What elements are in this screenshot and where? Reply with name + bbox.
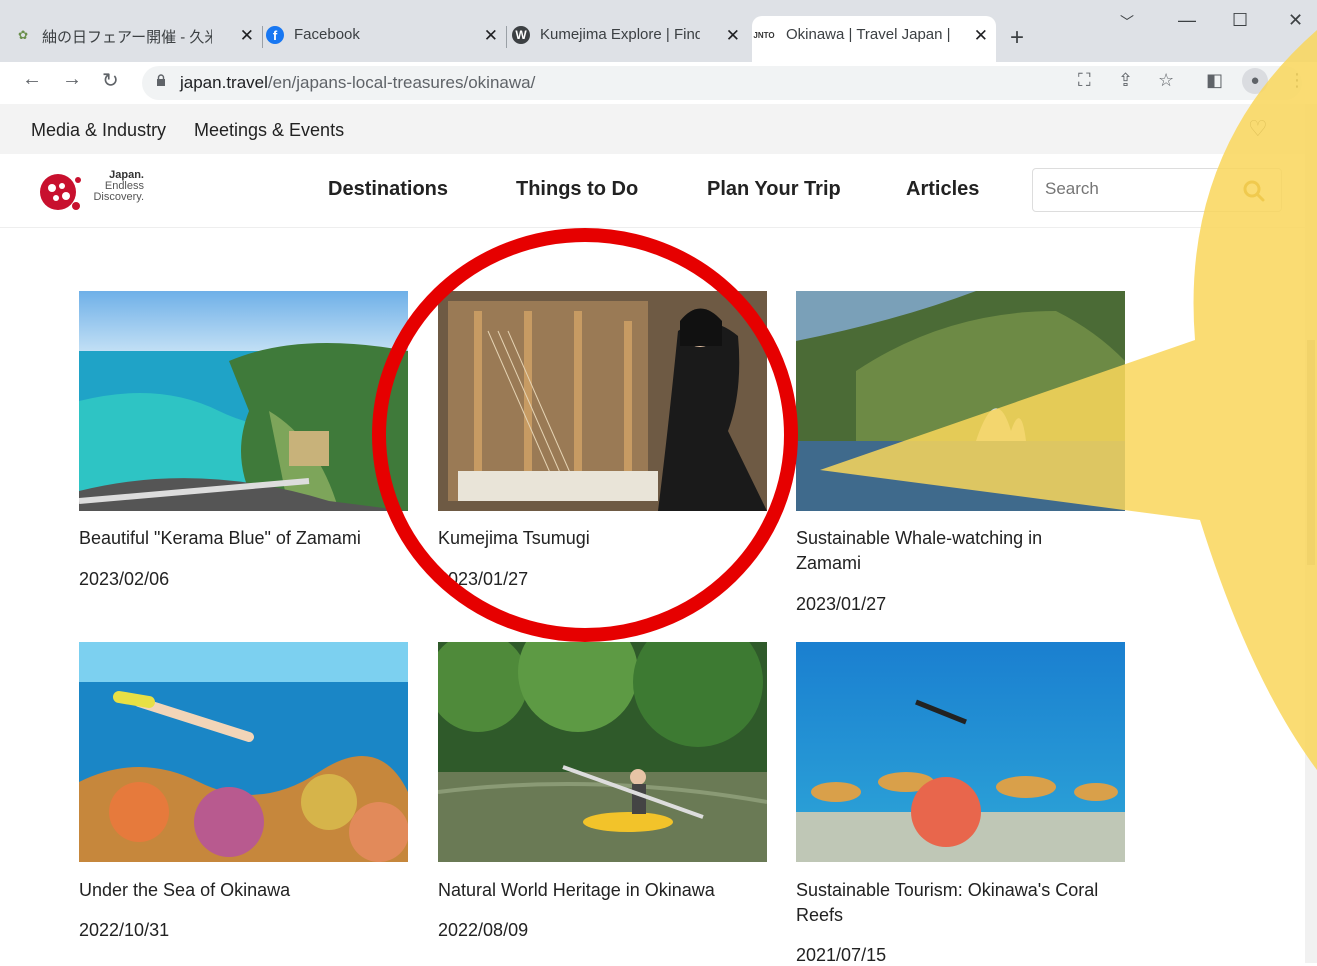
forward-arrow-icon[interactable]: → <box>62 68 82 91</box>
browser-toolbar: ← → ↻ japan.travel/en/japans-local-treas… <box>0 62 1317 104</box>
card-image-natural-heritage[interactable] <box>438 642 767 862</box>
meetings-events-link[interactable]: Meetings & Events <box>194 120 344 141</box>
media-industry-link[interactable]: Media & Industry <box>31 120 166 141</box>
japan-logo[interactable]: Japan. Endless Discovery. <box>36 168 156 216</box>
share-icon[interactable]: ⇪ <box>1118 70 1133 91</box>
card-date: 2023/01/27 <box>438 569 529 589</box>
nav-things-to-do[interactable]: Things to Do <box>516 178 638 201</box>
tab-search-chevron-icon[interactable]: ﹀ <box>1120 12 1134 32</box>
tab-title: Okinawa | Travel Japan | J <box>786 26 954 43</box>
card-title[interactable]: Beautiful "Kerama Blue" of Zamami <box>79 526 399 551</box>
close-tab-icon[interactable]: ✕ <box>240 26 254 46</box>
address-bar[interactable]: japan.travel/en/japans-local-treasures/o… <box>142 66 1306 100</box>
minimize-icon[interactable]: — <box>1178 10 1196 31</box>
browser-tab-strip: ✿ 紬の日フェアー開催 - 久米島 ✕ f Facebook ✕ W Kumej… <box>0 0 1317 62</box>
tab-title: Facebook <box>294 26 360 43</box>
card-image-coral-reefs[interactable] <box>796 642 1125 862</box>
site-search-box <box>1032 168 1282 212</box>
new-tab-icon[interactable]: + <box>1010 24 1024 52</box>
nav-articles[interactable]: Articles <box>906 178 979 201</box>
site-main-nav: Japan. Endless Discovery. Destinations T… <box>0 154 1317 228</box>
card-image-under-the-sea[interactable] <box>79 642 408 862</box>
back-arrow-icon[interactable]: ← <box>22 68 42 91</box>
translate-icon[interactable]: ⛶ <box>1078 70 1091 91</box>
close-tab-icon[interactable]: ✕ <box>484 26 498 46</box>
browser-tab-2[interactable]: f Facebook ✕ <box>266 16 506 62</box>
close-tab-icon[interactable]: ✕ <box>974 26 988 46</box>
tab-title: Kumejima Explore | Find <box>540 26 700 43</box>
card-image-whale-watching[interactable] <box>796 291 1125 511</box>
close-tab-icon[interactable]: ✕ <box>726 26 740 46</box>
logo-line-3: Discovery. <box>93 191 144 203</box>
wordpress-icon: W <box>512 26 530 44</box>
search-icon[interactable] <box>1243 180 1265 202</box>
browser-tab-3[interactable]: W Kumejima Explore | Find ✕ <box>512 16 748 62</box>
browser-tab-1[interactable]: ✿ 紬の日フェアー開催 - 久米島 ✕ <box>14 16 262 62</box>
profile-avatar-icon[interactable]: ● <box>1242 68 1268 94</box>
logo-text: Japan. Endless Discovery. <box>86 170 144 203</box>
favorites-heart-icon[interactable]: ♡ <box>1248 116 1268 142</box>
maximize-icon[interactable]: ☐ <box>1232 10 1248 31</box>
card-title[interactable]: Kumejima Tsumugi <box>438 526 758 551</box>
card-date: 2022/08/09 <box>438 920 529 940</box>
card-image-kerama-blue[interactable] <box>79 291 408 511</box>
card-title[interactable]: Sustainable Tourism: Okinawa's Coral Ree… <box>796 878 1116 928</box>
search-input[interactable] <box>1045 179 1225 199</box>
reload-icon[interactable]: ↻ <box>102 68 119 93</box>
card-title[interactable]: Sustainable Whale-watching in Zamami <box>796 526 1086 576</box>
tab-divider <box>506 26 507 48</box>
bookmark-star-icon[interactable]: ☆ <box>1158 70 1174 91</box>
browser-tab-4-active[interactable]: JNTO Okinawa | Travel Japan | J ✕ <box>752 16 996 62</box>
close-window-icon[interactable]: ✕ <box>1288 10 1303 31</box>
card-date: 2022/10/31 <box>79 920 170 940</box>
tab-divider <box>262 26 263 48</box>
tab-title: 紬の日フェアー開催 - 久米島 <box>42 29 212 46</box>
url-path: /en/japans-local-treasures/okinawa/ <box>267 73 536 92</box>
scrollbar-thumb[interactable] <box>1307 340 1315 565</box>
lock-icon <box>157 74 165 86</box>
cherry-blossom-logo-icon <box>40 174 81 210</box>
nav-plan-your-trip[interactable]: Plan Your Trip <box>707 178 841 201</box>
site-icon: ✿ <box>17 28 29 42</box>
jnto-icon: JNTO <box>753 30 775 40</box>
card-title[interactable]: Under the Sea of Okinawa <box>79 878 399 903</box>
card-date: 2023/02/06 <box>79 569 170 589</box>
menu-kebab-icon[interactable]: ⋮ <box>1288 70 1306 91</box>
url-host: japan.travel <box>180 73 268 92</box>
card-date: 2023/01/27 <box>796 594 887 614</box>
url-text: japan.travel/en/japans-local-treasures/o… <box>180 73 535 93</box>
card-title[interactable]: Natural World Heritage in Okinawa <box>438 878 758 903</box>
nav-destinations[interactable]: Destinations <box>328 178 448 201</box>
side-panel-icon[interactable]: ◧ <box>1206 70 1223 91</box>
site-utility-bar: Media & Industry Meetings & Events ♡ <box>0 104 1317 154</box>
card-image-kumejima-tsumugi[interactable] <box>438 291 767 511</box>
facebook-icon: f <box>266 26 284 44</box>
